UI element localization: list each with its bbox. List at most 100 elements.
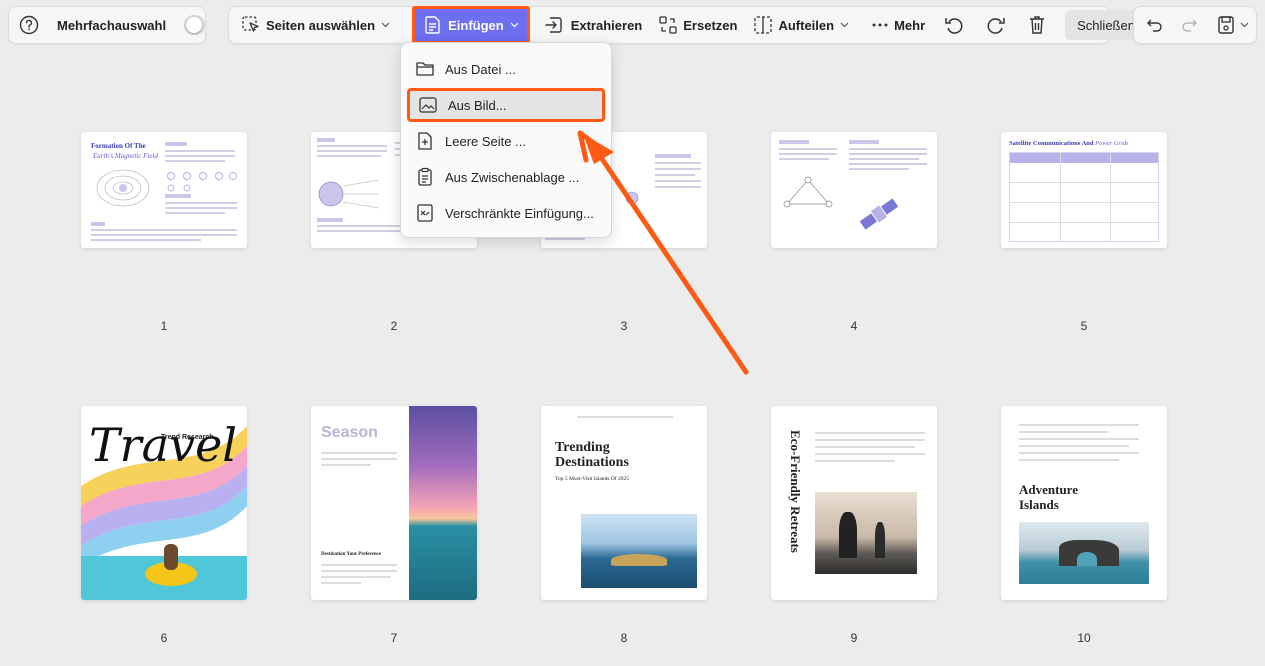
folder-icon [416, 62, 434, 76]
page-number: 3 [620, 319, 628, 333]
multiselect-toggle[interactable] [184, 15, 205, 35]
text-line [321, 458, 397, 460]
text-line [165, 150, 235, 152]
extract-button[interactable]: Extrahieren [536, 10, 651, 40]
text-line [317, 155, 381, 157]
replace-icon [659, 16, 677, 34]
text-line [91, 229, 237, 231]
rotate-left-button[interactable] [937, 10, 971, 40]
text-line [1019, 452, 1139, 454]
page-thumbnail-8[interactable]: Trending Destinations Top 5 Must-Visit I… [541, 406, 707, 600]
text-line [1019, 459, 1119, 461]
section-tag [849, 140, 879, 144]
text-line [815, 453, 925, 455]
page-number: 4 [850, 319, 858, 333]
text-line [849, 168, 909, 170]
page-title: Satellite Communications And Power Grids [1009, 140, 1129, 147]
cover-title: Trending Destinations [555, 440, 629, 470]
more-dots-icon [872, 23, 888, 27]
split-button[interactable]: Aufteilen [745, 10, 857, 40]
text-line [849, 163, 927, 165]
island-photo [581, 514, 697, 588]
signal-diagram [783, 176, 833, 208]
satellite-icon [859, 198, 899, 230]
text-line [849, 153, 927, 155]
text-line [165, 160, 225, 162]
text-line [165, 212, 225, 214]
main-toolbar: Seiten auswählen Einfügen Extrahieren Er… [228, 6, 1147, 44]
save-icon [1218, 16, 1234, 34]
menu-item-interleave[interactable]: Verschränkte Einfügung... [407, 195, 605, 231]
cover-subtitle: Top 5 Must-Visit Islands Of 2025 [555, 476, 629, 482]
help-circle-icon [19, 15, 39, 35]
page-thumbnail-6[interactable]: Travel Trend Research [81, 406, 247, 600]
insert-page-icon [425, 16, 440, 34]
history-group [1133, 6, 1257, 44]
page-thumbnail-1[interactable]: Formation Of The Earth's Magnetic Field [81, 132, 247, 248]
menu-item-from-image[interactable]: Aus Bild... [407, 88, 605, 122]
cover-title: Adventure Islands [1019, 482, 1078, 512]
page-thumbnail-7[interactable]: Season Destination Your Preference [311, 406, 477, 600]
insert-button[interactable]: Einfügen [412, 6, 530, 44]
text-line [655, 168, 701, 170]
rock-photo [815, 492, 917, 574]
text-line [815, 432, 925, 434]
page-thumbnail-4[interactable] [771, 132, 937, 248]
earth-diagram [318, 179, 380, 209]
more-button[interactable]: Mehr [863, 10, 933, 40]
text-line [655, 174, 695, 176]
delete-button[interactable] [1021, 10, 1053, 40]
page-title: Formation Of The [91, 142, 146, 150]
section-tag [91, 222, 105, 226]
magnetic-field-diagram [96, 169, 150, 207]
split-icon [754, 16, 773, 34]
text-line [849, 148, 927, 150]
section-tag [317, 138, 335, 142]
text-line [321, 576, 391, 578]
chevron-down-icon [1240, 22, 1249, 28]
text-line [779, 148, 837, 150]
image-icon [419, 97, 437, 113]
save-button[interactable] [1210, 10, 1255, 40]
select-pages-button[interactable]: Seiten auswählen [233, 10, 398, 40]
text-line [779, 153, 837, 155]
text-line [321, 452, 397, 454]
sunset-photo [409, 406, 477, 600]
menu-item-blank-page[interactable]: Leere Seite ... [407, 123, 605, 159]
section-tag [165, 142, 187, 146]
arch-photo [1019, 522, 1149, 584]
page-thumbnail-5[interactable]: Satellite Communications And Power Grids [1001, 132, 1167, 248]
rotate-left-icon [945, 18, 963, 34]
chevron-down-icon [840, 22, 849, 28]
page-number: 2 [390, 319, 398, 333]
clipboard-icon [418, 167, 432, 186]
page-number: 8 [620, 631, 628, 645]
menu-item-from-clipboard[interactable]: Aus Zwischenablage ... [407, 159, 605, 195]
text-line [321, 570, 397, 572]
circle-series [167, 172, 237, 192]
page-number: 1 [160, 319, 168, 333]
redo-button[interactable] [1174, 10, 1204, 40]
text-line [815, 439, 925, 441]
cover-subtitle: Trend Research [161, 434, 214, 441]
undo-button[interactable] [1140, 10, 1170, 40]
toggle-knob [186, 17, 203, 33]
rotate-right-icon [987, 18, 1005, 34]
page-subtitle: Earth's Magnetic Field [93, 152, 158, 160]
text-line [317, 145, 387, 147]
chevron-down-icon [510, 22, 519, 28]
help-button[interactable] [13, 10, 45, 40]
cover-title: Season [321, 424, 378, 441]
menu-item-from-file[interactable]: Aus Datei ... [407, 51, 605, 87]
page-thumbnail-9[interactable]: Eco-Friendly Retreats [771, 406, 937, 600]
comparison-table [1009, 152, 1159, 242]
redo-icon [1182, 19, 1197, 32]
text-line [849, 158, 919, 160]
text-line [165, 207, 237, 209]
section-tag [165, 194, 191, 198]
page-thumbnail-10[interactable]: Adventure Islands [1001, 406, 1167, 600]
replace-button[interactable]: Ersetzen [650, 10, 745, 40]
text-line [577, 416, 673, 418]
text-line [1019, 431, 1109, 433]
rotate-right-button[interactable] [979, 10, 1013, 40]
